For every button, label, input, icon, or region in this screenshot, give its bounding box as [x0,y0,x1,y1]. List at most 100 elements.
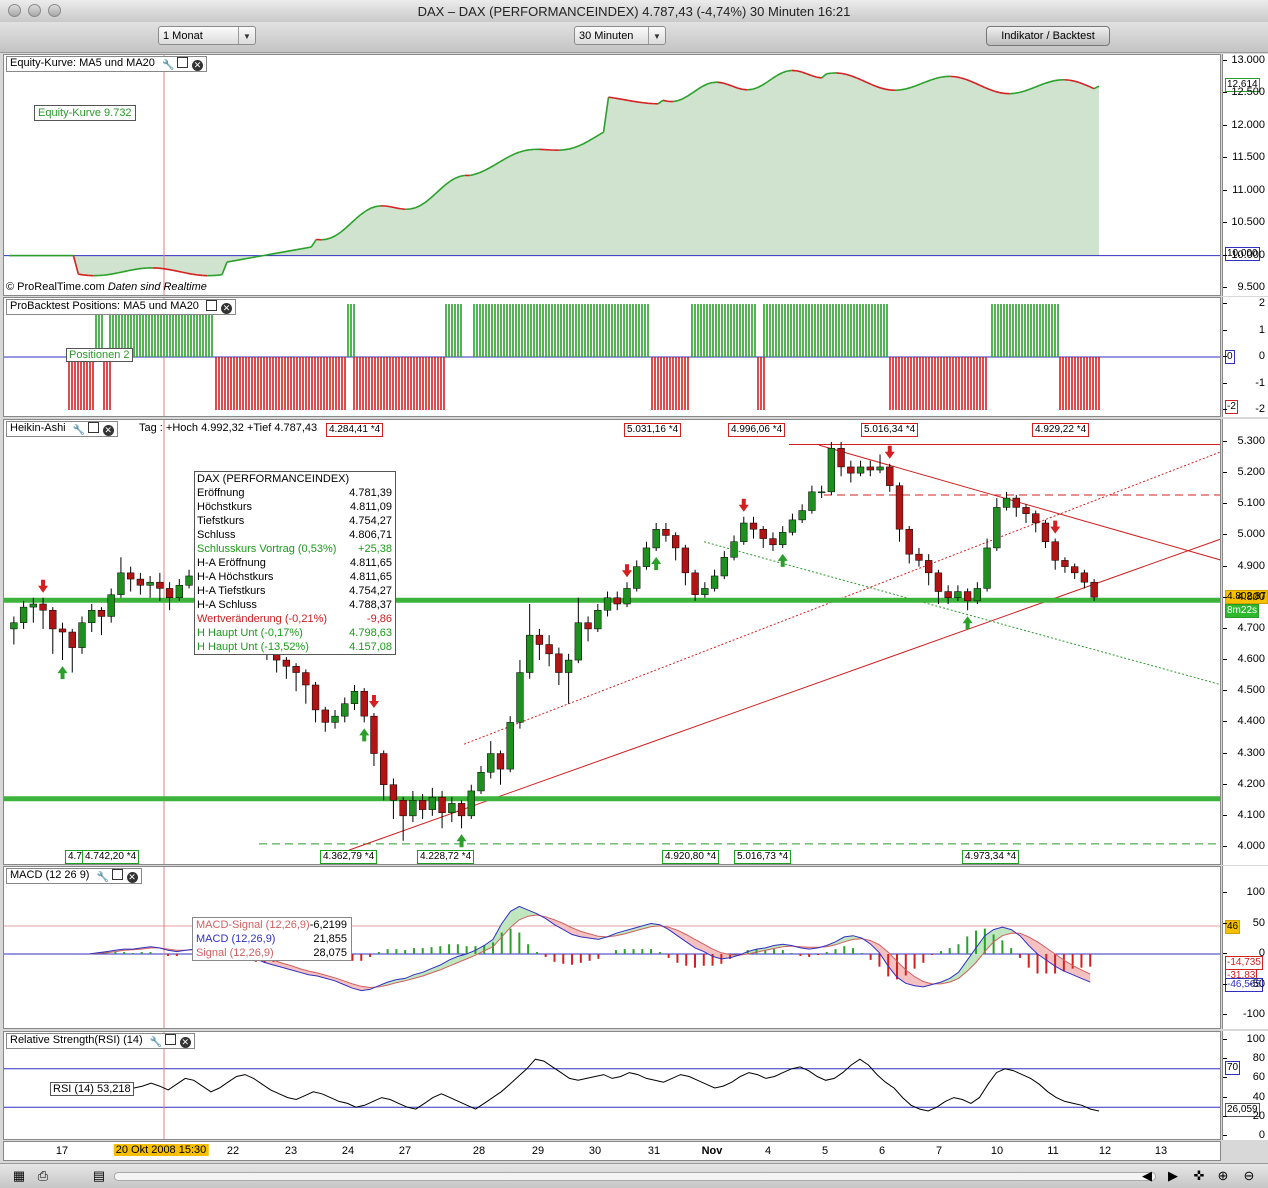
equity-segment [1000,93,1005,94]
axis-tick-mark [1223,984,1227,985]
equity-segment [742,89,747,90]
axis-tick-label: 5.300 [1237,435,1265,447]
axis-tick-mark [1223,721,1227,722]
axis-tick-label: -1 [1255,377,1265,389]
candle-body [828,448,835,492]
low-tag: 4.973,34 *4 [962,850,1019,864]
axis-tick-mark [1223,1039,1227,1040]
period-dropdown[interactable]: 1 Monat ▼ [158,26,256,45]
axis-tick-label: 100 [1247,1033,1265,1045]
axis-tick-label: 4.700 [1237,622,1265,634]
candle-body [847,467,854,473]
scroll-left-icon[interactable]: ◀ [1138,1168,1156,1184]
candle-body [351,691,358,703]
window-icon[interactable] [177,57,188,68]
positions-panel-header: ProBacktest Positions: MA5 und MA20 ✕ [6,299,236,315]
close-icon[interactable]: ✕ [221,303,232,314]
high-tag: 4.929,22 *4 [1032,423,1089,437]
zoom-in-icon[interactable]: ⊕ [1214,1168,1232,1184]
equity-segment [663,100,668,101]
buy-arrow-icon [58,666,68,679]
candle-body [439,797,446,813]
candle-body [429,797,436,809]
positions-legend: Positionen 2 [66,348,133,362]
wrench-icon[interactable]: 🔧 [97,872,108,883]
candle-body [546,645,553,654]
wrench-icon[interactable]: 🔧 [150,1037,161,1048]
equity-segment [460,175,465,176]
equity-segment [301,248,306,249]
window-icon[interactable] [206,300,217,311]
candle-body [653,529,660,548]
macd-fill [888,952,897,977]
info-header: DAX (PERFORMANCEINDEX) [195,472,395,486]
candle-body [166,588,173,597]
wrench-icon[interactable]: 🔧 [73,425,84,436]
sell-arrow-icon [1050,521,1060,534]
candle-body [789,520,796,532]
axis-tick-mark [1223,566,1227,567]
candle-body [526,635,533,672]
candle-body [779,532,786,544]
candle-body [701,588,708,594]
indicator-backtest-button[interactable]: Indikator / Backtest [986,26,1110,46]
axis-tick-label: 2 [1259,297,1265,309]
low-tag: 4.742,20 *4 [82,850,139,864]
equity-segment [286,251,291,252]
window-icon[interactable] [88,422,99,433]
equity-chart [4,55,1221,296]
close-icon[interactable]: ✕ [127,872,138,883]
interval-dropdown[interactable]: 30 Minuten ▼ [574,26,666,45]
window-icon[interactable] [112,869,123,880]
equity-segment [643,103,648,104]
candle-body [993,507,1000,548]
crosshair-icon[interactable]: ✜ [1190,1168,1208,1184]
candle-body [857,467,864,473]
bottom-bar: ▦ ⎙ ▤ ◀ ▶ ✜ ⊕ ⊖ [0,1163,1268,1188]
axis-tick-mark [1223,1135,1227,1136]
window-title: DAX – DAX (PERFORMANCEINDEX) 4.787,43 (-… [0,4,1268,19]
macd-panel: MACD (12 26 9) 🔧✕ MACD-Signal (12,26,9)-… [3,866,1221,1029]
grid-icon[interactable]: ▦ [10,1168,28,1184]
candle-body [585,623,592,629]
candle-body [176,585,183,597]
candle-body [322,710,329,722]
window-icon[interactable] [165,1034,176,1045]
candle-body [419,800,426,809]
axis-tick-label: 5.200 [1237,466,1265,478]
wrench-icon[interactable]: 🔧 [162,60,173,71]
date-label: 13 [1155,1145,1167,1157]
axis-tick-label: 0 [1259,947,1265,959]
close-icon[interactable]: ✕ [192,60,203,71]
candle-body [964,592,971,601]
candle-body [1081,573,1088,582]
sell-arrow-icon [622,564,632,577]
equity-segment [1054,80,1059,81]
calendar-icon[interactable]: ▤ [90,1168,108,1184]
scroll-right-icon[interactable]: ▶ [1164,1168,1182,1184]
equity-segment [128,270,133,271]
axis-tick-label: 13.000 [1231,54,1265,66]
candle-body [400,800,407,816]
axis-tick-label: 5.100 [1237,497,1265,509]
macd-fill [976,936,985,963]
date-label: 20 Okt 2008 15:30 [114,1144,209,1156]
rsi-legend: RSI (14) 53,218 [50,1082,134,1096]
equity-segment [217,275,222,276]
close-icon[interactable]: ✕ [180,1037,191,1048]
close-icon[interactable]: ✕ [103,425,114,436]
equity-segment [177,271,182,272]
axis-tick-label: 80 [1253,1052,1265,1064]
realtime-note: Daten sind Realtime [108,281,207,293]
candle-body [293,666,300,672]
candle-body [487,754,494,773]
horizontal-scrollbar[interactable] [114,1172,1156,1181]
candle-body [721,557,728,576]
printer-icon[interactable]: ⎙ [34,1168,52,1184]
buy-arrow-icon [457,834,467,847]
zoom-out-icon[interactable]: ⊖ [1240,1168,1258,1184]
axis-tick-label: 4.000 [1237,840,1265,852]
equity-segment [78,274,83,275]
equity-segment [1015,92,1020,93]
candle-body [1071,567,1078,573]
